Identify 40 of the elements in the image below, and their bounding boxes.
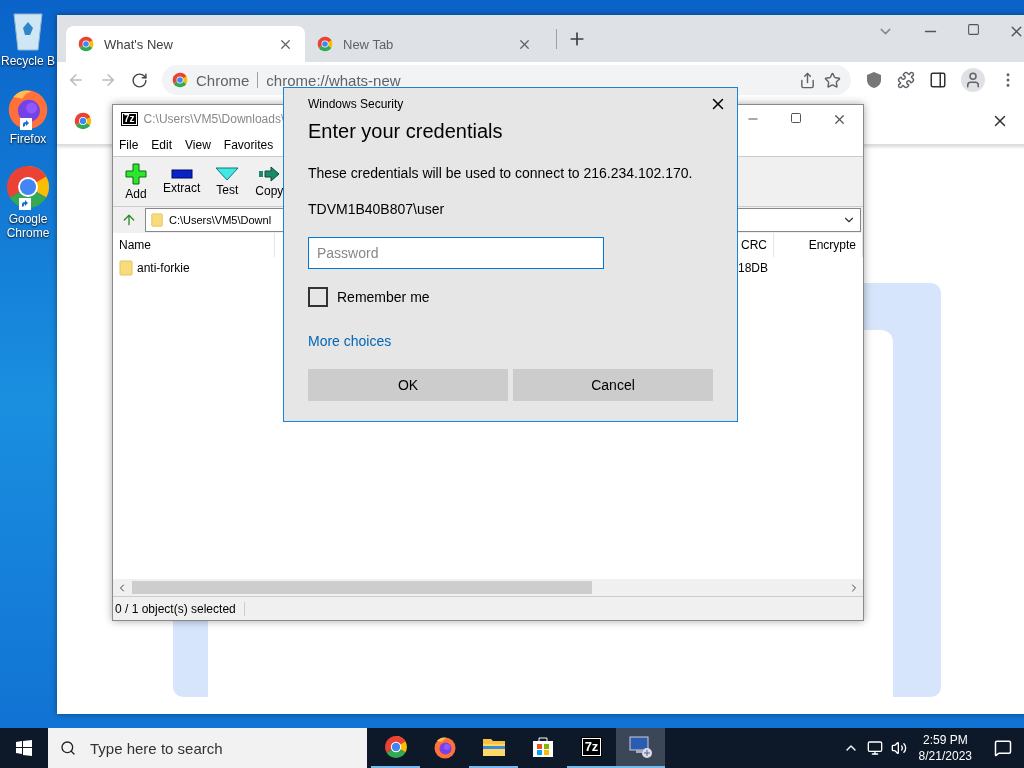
toolbar-button[interactable]: Add — [121, 162, 151, 201]
tab-title: What's New — [104, 36, 174, 52]
toolbar-button[interactable]: Test — [212, 166, 243, 197]
desktop-shortcut[interactable]: Google Chrome — [0, 164, 56, 240]
menu-item[interactable]: File — [119, 137, 139, 152]
menu-item[interactable]: View — [185, 137, 211, 152]
tab-title: New Tab — [343, 36, 395, 52]
column-header[interactable]: Name — [113, 233, 275, 257]
password-field[interactable]: Password — [308, 237, 604, 269]
menu-item[interactable]: Favorites — [223, 137, 274, 152]
file-name[interactable]: anti-forkie — [113, 257, 275, 279]
user-name: TDVM1B40B807\user — [308, 201, 446, 217]
dialog-heading: Enter your credentials — [308, 120, 504, 143]
clock[interactable]: 2:59 PM 8/21/2023 — [918, 732, 972, 764]
dialog-title: Windows Security — [308, 97, 404, 111]
menu-item[interactable]: Edit — [151, 137, 173, 152]
browser-tab[interactable]: New Tab — [305, 26, 544, 62]
search-bar[interactable]: Type here to search — [48, 728, 367, 768]
url-text: chrome://whats-new — [266, 71, 401, 89]
dialog-button[interactable]: OK — [308, 369, 508, 401]
toolbar-button[interactable]: Copy — [254, 165, 285, 198]
desktop-shortcut[interactable]: Firefox — [0, 86, 56, 146]
site-label: Chrome — [196, 71, 250, 89]
toolbar-button[interactable]: Extract — [163, 168, 201, 195]
search-input[interactable]: Type here to search — [88, 738, 355, 758]
browser-tab[interactable]: What's New — [66, 26, 305, 62]
window-title: C:\Users\VM5\Downloads\ — [143, 112, 285, 126]
desktop-shortcut[interactable]: Recycle B — [0, 8, 56, 68]
crc-value: 18DB — [737, 260, 770, 277]
remember-checkbox[interactable]: Remember me — [308, 287, 713, 307]
dialog-message: These credentials will be used to connect to 216.234.102.170. — [308, 165, 694, 181]
shortcut-label: Google Chrome — [5, 212, 51, 240]
archiver-logo: 7z — [121, 112, 138, 126]
column-header[interactable]: Encrypte — [774, 233, 863, 257]
shortcut-label: Recycle B — [0, 54, 56, 68]
archiver-logo: 7z — [580, 737, 603, 757]
status-text: 0 / 1 object(s) selected — [115, 601, 245, 616]
more-choices-link[interactable]: More choices — [308, 333, 392, 349]
shortcut-label: Firefox — [8, 132, 48, 146]
dialog-button[interactable]: Cancel — [513, 369, 713, 401]
